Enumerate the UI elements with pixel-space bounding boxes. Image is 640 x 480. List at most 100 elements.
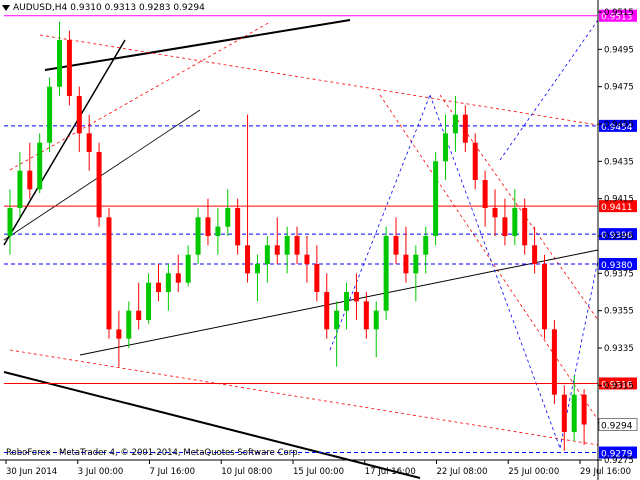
current-price-label: 0.9294	[601, 422, 633, 432]
candle-body	[542, 264, 548, 330]
candle-body	[185, 254, 191, 283]
candle-body	[175, 273, 181, 283]
candle-body	[363, 301, 369, 330]
candle-body	[66, 40, 72, 96]
candle-body	[106, 217, 112, 330]
trend-line	[429, 94, 561, 449]
candle-body	[17, 170, 23, 208]
time-tick-label: 7 Jul 16:00	[150, 467, 196, 477]
candle-body	[482, 180, 488, 208]
candle-body	[373, 310, 379, 330]
time-tick-label: 3 Jul 00:00	[78, 467, 124, 477]
candle-body	[561, 394, 567, 432]
candle-body	[56, 40, 62, 87]
price-level-lines	[4, 15, 598, 454]
candle-body	[532, 245, 538, 264]
candle-body	[126, 310, 132, 339]
candle-body	[245, 245, 251, 274]
candle-body	[47, 86, 53, 143]
time-axis: 30 Jun 2014 3 Jul 00:00 7 Jul 16:00 10 Jul …	[0, 459, 631, 477]
chart-header: AUDUSD,H4 0.9310 0.9313 0.9283 0.9294	[2, 3, 205, 13]
chart-window[interactable]: 0.9513 0.9454 0.9411 0.9396 0.9380 0.9316 0.92…	[0, 0, 640, 480]
price-tick-label: 0.9335	[604, 344, 634, 354]
candle-body	[76, 96, 82, 134]
dropdown-triangle-icon[interactable]	[2, 5, 10, 11]
copyright-text: RoboForex - MetaTrader 4, © 2001-2014, M…	[6, 448, 301, 458]
trend-line	[379, 94, 599, 421]
candle-body	[383, 236, 389, 311]
candle-body	[452, 114, 458, 134]
candle-body	[27, 170, 33, 190]
price-tick-label: 0.9435	[604, 157, 634, 167]
candle-body	[344, 292, 350, 311]
candle-body	[403, 254, 409, 274]
time-tick-label: 22 Jul 08:00	[437, 467, 488, 477]
candle-body	[314, 264, 320, 292]
price-tick-label: 0.9355	[604, 307, 634, 317]
price-tick-label: 0.9395	[604, 232, 634, 242]
time-tick-label: 10 Jul 08:00	[221, 467, 272, 477]
price-tick-label: 0.9475	[604, 83, 634, 93]
candle-body	[136, 310, 142, 320]
candle-body	[86, 133, 92, 152]
candle-body	[225, 208, 231, 227]
time-tick-label: 17 Jul 16:00	[365, 467, 416, 477]
trend-line	[3, 109, 201, 241]
price-axis: 0.95130.94540.94110.93960.93800.93160.92…	[597, 0, 638, 480]
candle-body	[413, 254, 419, 274]
trend-line	[3, 371, 421, 479]
trend-line	[329, 94, 431, 351]
price-tick-label: 0.9375	[604, 269, 634, 279]
candle-body	[324, 292, 330, 330]
candle-body	[37, 142, 43, 190]
price-tick-label: 0.9495	[604, 45, 634, 55]
candle-body	[215, 226, 221, 236]
trend-line	[3, 39, 126, 246]
trend-line	[9, 349, 599, 446]
candle-body	[522, 208, 528, 246]
candle-body	[581, 394, 587, 425]
candles	[7, 21, 587, 451]
candle-body	[274, 245, 280, 255]
candle-body	[353, 292, 359, 302]
time-tick-label: 29 Jul 16:00	[580, 467, 631, 477]
candle-body	[205, 217, 211, 236]
candle-body	[502, 217, 508, 236]
time-tick-label: 25 Jul 00:00	[508, 467, 559, 477]
candle-body	[551, 329, 557, 395]
candle-body	[393, 236, 399, 255]
candle-body	[472, 142, 478, 180]
trend-line	[499, 19, 599, 161]
candle-body	[165, 273, 171, 292]
price-tick-label: 0.9275	[604, 456, 634, 466]
time-tick-label: 15 Jul 00:00	[293, 467, 344, 477]
candle-body	[443, 133, 449, 162]
candle-body	[512, 208, 518, 236]
candle-body	[334, 310, 340, 330]
price-chart[interactable]: 0.95130.94540.94110.93960.93800.93160.92…	[0, 0, 640, 480]
candle-body	[195, 217, 201, 255]
candle-body	[433, 161, 439, 236]
candle-body	[7, 208, 13, 236]
candle-body	[264, 245, 270, 264]
candle-body	[284, 236, 290, 255]
candle-body	[423, 236, 429, 255]
candle-body	[235, 208, 241, 246]
candle-body	[304, 254, 310, 264]
candle-body	[155, 282, 161, 292]
candle-body	[146, 282, 152, 320]
candle-body	[294, 236, 300, 255]
price-tick-label: 0.9515	[604, 8, 634, 18]
candle-body	[254, 264, 260, 274]
price-tick-label: 0.9415	[604, 195, 634, 205]
symbol-label: AUDUSD,H4	[13, 3, 68, 13]
candle-body	[96, 152, 102, 218]
candle-body	[462, 114, 468, 143]
ohlc-readout: 0.9310 0.9313 0.9283 0.9294	[70, 3, 205, 13]
trend-lines	[3, 19, 599, 479]
candle-body	[116, 329, 122, 339]
trend-line	[39, 34, 599, 126]
candle-body	[571, 394, 577, 432]
price-tick-label: 0.9455	[604, 120, 634, 130]
price-tick-label: 0.9315	[604, 381, 634, 391]
